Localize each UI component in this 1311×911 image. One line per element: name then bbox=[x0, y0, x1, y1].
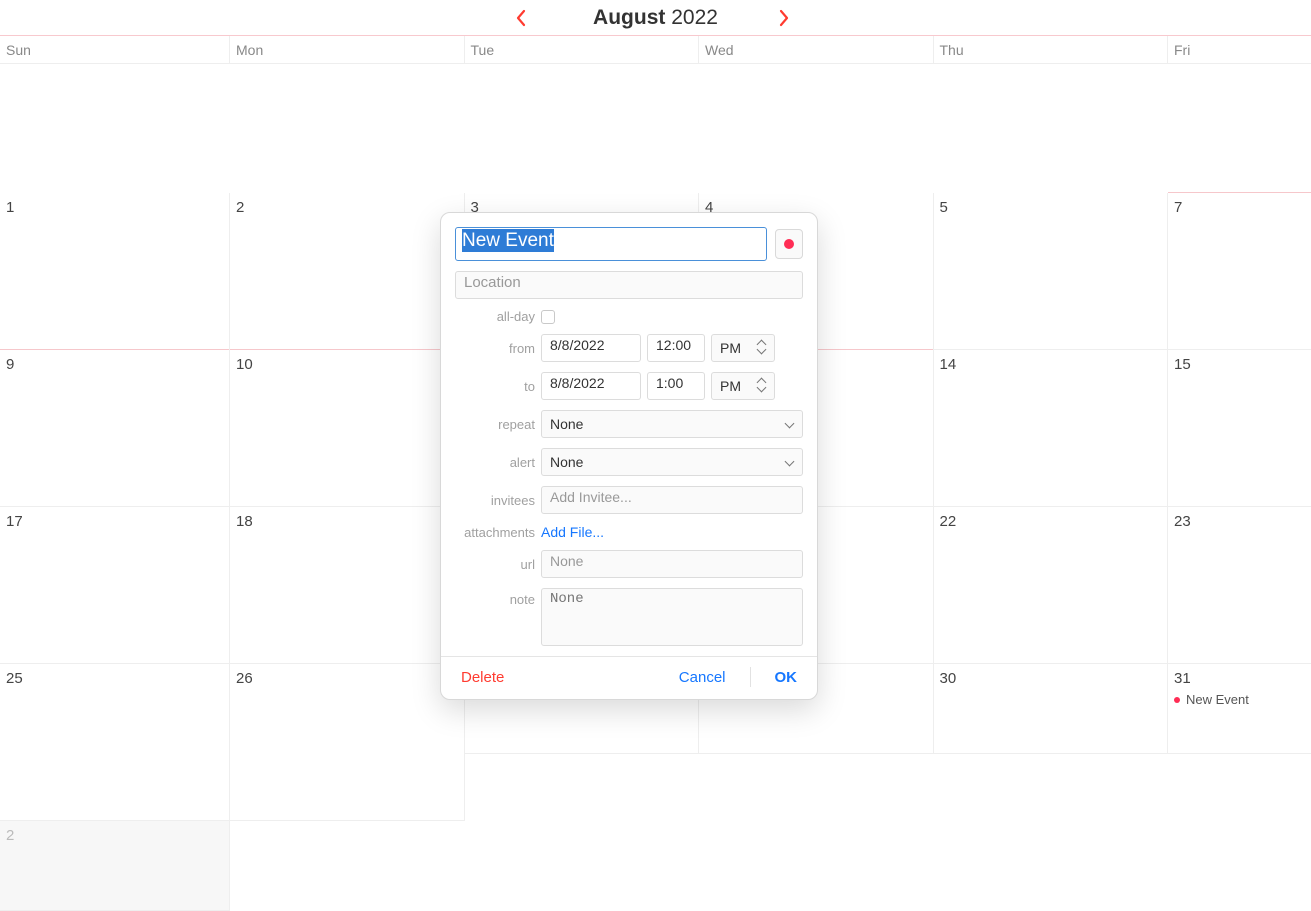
day-cell[interactable]: 5 bbox=[934, 193, 1169, 350]
ok-button[interactable]: OK bbox=[771, 669, 802, 686]
day-number: 10 bbox=[236, 356, 458, 373]
note-textarea[interactable] bbox=[541, 588, 803, 646]
chevron-down-icon bbox=[784, 419, 794, 429]
from-ampm-select[interactable]: PM bbox=[711, 334, 775, 362]
invitees-input[interactable]: Add Invitee... bbox=[541, 486, 803, 514]
weekday-header: Wed bbox=[699, 36, 934, 64]
day-number: 2 bbox=[236, 199, 458, 216]
day-number: 30 bbox=[940, 670, 1162, 687]
alert-label: alert bbox=[455, 455, 541, 470]
day-cell[interactable]: 14 bbox=[934, 350, 1169, 507]
event-inline[interactable]: New Event bbox=[1174, 692, 1311, 707]
day-number: 7 bbox=[1174, 199, 1311, 216]
from-label: from bbox=[455, 341, 541, 356]
header-year: 2022 bbox=[671, 6, 718, 29]
day-cell[interactable]: 25 bbox=[0, 664, 230, 821]
repeat-select[interactable]: None bbox=[541, 410, 803, 438]
weekday-header: Thu bbox=[934, 36, 1169, 64]
note-label: note bbox=[455, 588, 541, 607]
repeat-label: repeat bbox=[455, 417, 541, 432]
day-number: 9 bbox=[6, 356, 223, 373]
allday-checkbox[interactable] bbox=[541, 310, 555, 324]
day-number: 25 bbox=[6, 670, 223, 687]
url-label: url bbox=[455, 557, 541, 572]
weekday-header: Fri bbox=[1168, 36, 1311, 64]
allday-label: all-day bbox=[455, 309, 541, 324]
event-inline-label: New Event bbox=[1186, 692, 1249, 707]
day-cell[interactable]: 1 bbox=[0, 193, 230, 350]
day-number: 18 bbox=[236, 513, 458, 530]
to-label: to bbox=[455, 379, 541, 394]
day-number: 1 bbox=[6, 199, 223, 216]
day-cell[interactable]: 22 bbox=[934, 507, 1169, 664]
add-file-link[interactable]: Add File... bbox=[541, 524, 604, 540]
day-cell[interactable]: 23 bbox=[1168, 507, 1311, 664]
day-cell[interactable]: 15 bbox=[1168, 350, 1311, 507]
day-cell[interactable]: 10 bbox=[230, 350, 465, 507]
calendar-color-dot-icon bbox=[784, 239, 794, 249]
next-month-button[interactable] bbox=[778, 9, 796, 27]
location-input[interactable]: Location bbox=[455, 271, 803, 299]
weekday-header: Tue bbox=[465, 36, 700, 64]
alert-value: None bbox=[550, 454, 583, 470]
day-number: 17 bbox=[6, 513, 223, 530]
cancel-button[interactable]: Cancel bbox=[675, 669, 730, 686]
from-ampm-value: PM bbox=[720, 340, 741, 356]
calendar-header: August 2022 bbox=[0, 0, 1311, 36]
chevron-updown-icon bbox=[756, 381, 766, 391]
event-title-input[interactable]: New Event bbox=[455, 227, 767, 261]
chevron-down-icon bbox=[784, 457, 794, 467]
to-date-input[interactable]: 8/8/2022 bbox=[541, 372, 641, 400]
alert-select[interactable]: None bbox=[541, 448, 803, 476]
to-ampm-select[interactable]: PM bbox=[711, 372, 775, 400]
day-number: 31 bbox=[1174, 670, 1311, 687]
weekday-header: Mon bbox=[230, 36, 465, 64]
day-cell[interactable]: 26 bbox=[230, 664, 465, 821]
popover-footer: Delete Cancel OK bbox=[441, 656, 817, 699]
day-cell[interactable]: 7 bbox=[1168, 193, 1311, 350]
day-number: 22 bbox=[940, 513, 1162, 530]
to-ampm-value: PM bbox=[720, 378, 741, 394]
header-title: August 2022 bbox=[593, 6, 718, 30]
day-cell[interactable]: 18 bbox=[230, 507, 465, 664]
event-title-value: New Event bbox=[462, 229, 554, 252]
header-month: August bbox=[593, 6, 665, 29]
event-popover: New Event Location all-day from 8/8/2022… bbox=[440, 212, 818, 700]
calendar-color-picker[interactable] bbox=[775, 229, 803, 259]
week-divider bbox=[0, 349, 229, 350]
day-number: 5 bbox=[940, 199, 1162, 216]
day-cell[interactable]: 31New Event12 PM bbox=[1168, 664, 1311, 754]
day-cell[interactable]: 9 bbox=[0, 350, 230, 507]
attachments-label: attachments bbox=[455, 525, 541, 540]
week-divider bbox=[230, 349, 464, 350]
from-time-input[interactable]: 12:00 bbox=[647, 334, 705, 362]
week-divider bbox=[1168, 192, 1311, 193]
day-number: 2 bbox=[6, 827, 223, 844]
prev-month-button[interactable] bbox=[515, 9, 533, 27]
chevron-left-icon bbox=[515, 9, 527, 27]
day-number: 14 bbox=[940, 356, 1162, 373]
chevron-updown-icon bbox=[756, 343, 766, 353]
day-number: 15 bbox=[1174, 356, 1311, 373]
invitees-label: invitees bbox=[455, 493, 541, 508]
event-dot-icon bbox=[1174, 697, 1180, 703]
repeat-value: None bbox=[550, 416, 583, 432]
weekday-header: Sun bbox=[0, 36, 230, 64]
day-number: 26 bbox=[236, 670, 458, 687]
day-cell[interactable]: 17 bbox=[0, 507, 230, 664]
footer-separator bbox=[750, 667, 751, 687]
day-number: 23 bbox=[1174, 513, 1311, 530]
day-cell[interactable]: 2 bbox=[0, 821, 230, 911]
chevron-right-icon bbox=[778, 9, 790, 27]
delete-button[interactable]: Delete bbox=[457, 669, 508, 686]
to-time-input[interactable]: 1:00 bbox=[647, 372, 705, 400]
day-cell[interactable]: 30 bbox=[934, 664, 1169, 754]
url-input[interactable]: None bbox=[541, 550, 803, 578]
from-date-input[interactable]: 8/8/2022 bbox=[541, 334, 641, 362]
day-cell[interactable]: 2 bbox=[230, 193, 465, 350]
